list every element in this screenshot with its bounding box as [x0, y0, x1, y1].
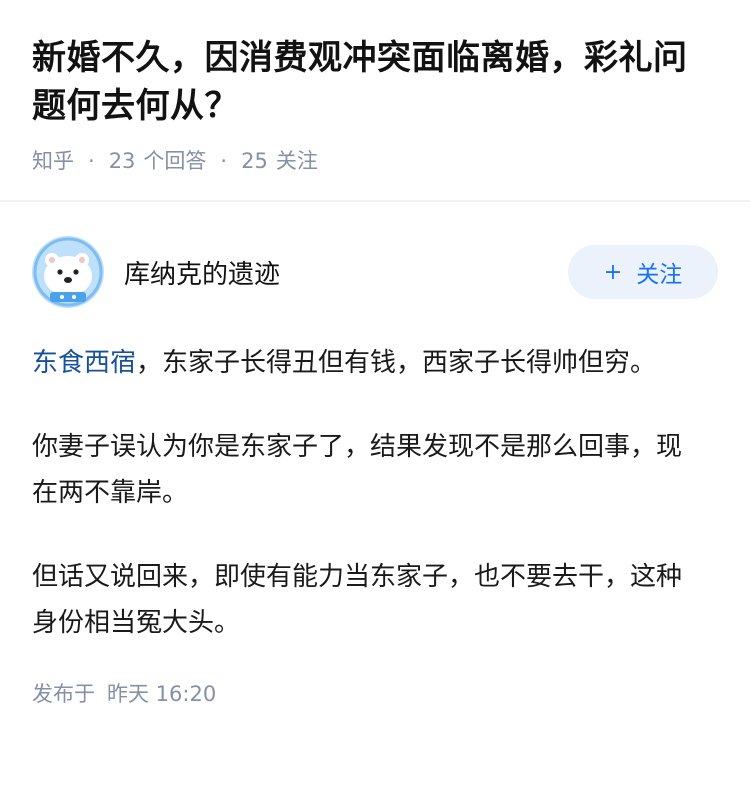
- question-meta: 知乎 · 23 个回答 · 25 关注: [32, 146, 718, 176]
- answer-count-label[interactable]: 个回答: [143, 146, 206, 176]
- publish-label: 发布于: [32, 682, 95, 706]
- answer-paragraph: 东食西宿，东家子长得丑但有钱，西家子长得帅但穷。: [32, 340, 718, 386]
- meta-separator: ·: [88, 149, 95, 173]
- source-label[interactable]: 知乎: [32, 146, 74, 176]
- follow-button[interactable]: + 关注: [568, 245, 718, 299]
- avatar[interactable]: [32, 236, 104, 308]
- answer-paragraph: 你妻子误认为你是东家子了，结果发现不是那么回事，现在两不靠岸。: [32, 432, 683, 508]
- paragraph-text: ，东家子长得丑但有钱，西家子长得帅但穷。: [136, 348, 657, 378]
- question-header: 新婚不久，因消费观冲突面临离婚，彩礼问题何去何从？ 知乎 · 23 个回答 · …: [0, 0, 750, 176]
- publish-timestamp: 昨天 16:20: [107, 682, 217, 706]
- answer-content: 东食西宿，东家子长得丑但有钱，西家子长得帅但穷。 你妻子误认为你是东家子了，结果…: [32, 340, 718, 708]
- follow-count-label: 关注: [275, 149, 318, 173]
- topic-link[interactable]: 东食西宿: [32, 348, 136, 378]
- follow-button-label: 关注: [636, 262, 683, 288]
- follow-count: 25: [241, 149, 268, 173]
- zhihu-answer-page: 新婚不久，因消费观冲突面临离婚，彩礼问题何去何从？ 知乎 · 23 个回答 · …: [0, 0, 750, 796]
- meta-separator: ·: [220, 149, 228, 173]
- answer-paragraph: 但话又说回来，即使有能力当东家子，也不要去干，这种身份相当冤大头。: [32, 562, 683, 638]
- bear-avatar-icon: [32, 236, 104, 308]
- question-title[interactable]: 新婚不久，因消费观冲突面临离婚，彩礼问题何去何从？: [32, 34, 718, 130]
- author-name[interactable]: 库纳克的遗迹: [124, 254, 568, 291]
- answer-card: 库纳克的遗迹 + 关注 东食西宿，东家子长得丑但有钱，西家子长得帅但穷。 你妻子…: [0, 202, 750, 708]
- answer-count[interactable]: 23: [109, 146, 136, 176]
- author-row: 库纳克的遗迹 + 关注: [32, 234, 718, 310]
- plus-icon: +: [603, 259, 623, 285]
- publish-time: 发布于 昨天 16:20: [32, 678, 718, 708]
